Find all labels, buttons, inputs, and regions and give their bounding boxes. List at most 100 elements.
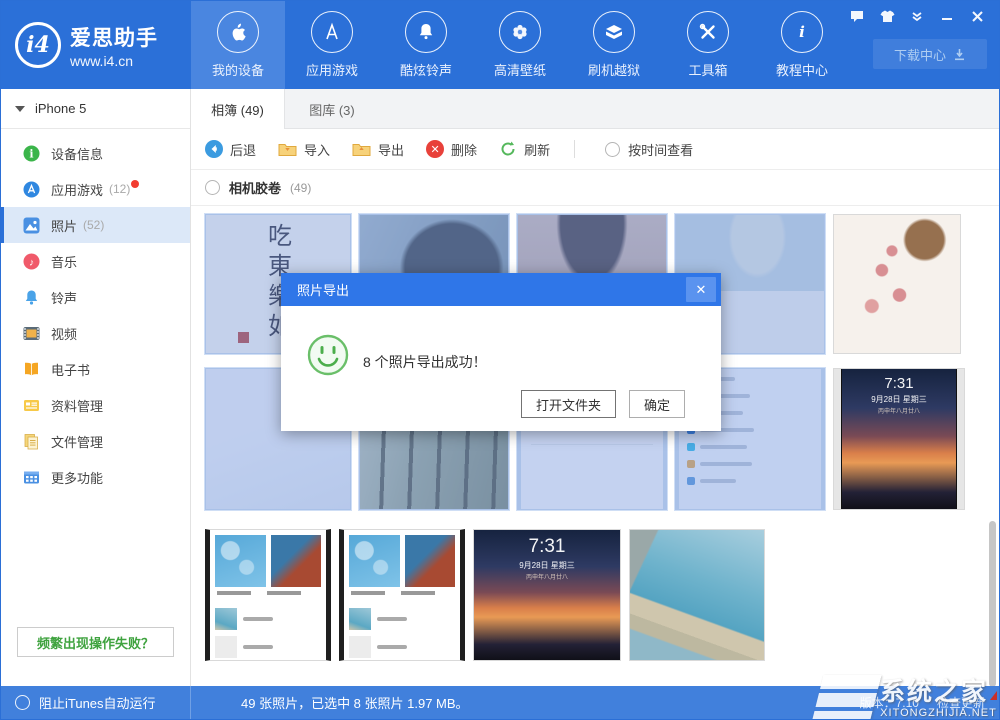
feedback-icon[interactable] <box>849 9 865 23</box>
apps-icon <box>23 181 40 198</box>
nav-label: 工具箱 <box>688 60 727 79</box>
sidebar-item-ringtones[interactable]: 铃声 <box>1 279 190 315</box>
nav-flash-jailbreak[interactable]: 刷机越狱 <box>567 1 661 89</box>
svg-text:i: i <box>29 147 33 160</box>
sidebar-item-label: 铃声 <box>51 288 77 307</box>
photo-thumbnail-beach[interactable] <box>629 529 765 661</box>
back-button[interactable]: 后退 <box>205 140 256 159</box>
app-url: www.i4.cn <box>70 53 158 69</box>
info-icon: i <box>781 11 823 53</box>
bell-icon <box>405 11 447 53</box>
export-label: 导出 <box>378 140 404 159</box>
sidebar-item-apps[interactable]: 应用游戏 (12) <box>1 171 190 207</box>
sidebar-item-music[interactable]: ♪ 音乐 <box>1 243 190 279</box>
import-label: 导入 <box>304 140 330 159</box>
nav-label: 教程中心 <box>776 60 828 79</box>
appstore-icon <box>311 11 353 53</box>
photo-toolbar: 后退 导入 导出 ✕ 删除 <box>191 129 999 169</box>
radio-circle-icon <box>605 142 620 157</box>
dialog-body: 8 个照片导出成功！ 打开文件夹 确定 <box>281 306 721 431</box>
svg-text:i: i <box>799 23 805 41</box>
scrollbar-thumb[interactable] <box>989 521 996 687</box>
back-arrow-icon <box>205 140 223 158</box>
album-radio-icon <box>205 180 220 195</box>
window-controls <box>849 9 985 23</box>
wallpaper-flower-icon <box>499 11 541 53</box>
ringtone-bell-icon <box>23 289 40 306</box>
delete-label: 删除 <box>451 140 477 159</box>
close-icon[interactable] <box>969 9 985 23</box>
notification-dot <box>131 180 139 188</box>
photo-thumbnail-wallpaper-set[interactable] <box>339 529 465 661</box>
i4-logo-icon: i4 <box>15 22 61 68</box>
itunes-toggle[interactable]: 阻止iTunes自动运行 <box>1 686 191 719</box>
version-label: 版本：7.10 <box>860 694 919 711</box>
sidebar-item-ebooks[interactable]: 电子书 <box>1 351 190 387</box>
sidebar-item-videos[interactable]: 视频 <box>1 315 190 351</box>
itunes-toggle-label: 阻止iTunes自动运行 <box>39 693 156 712</box>
import-folder-icon <box>278 141 297 157</box>
operation-failure-help-button[interactable]: 频繁出现操作失败？ <box>17 627 174 657</box>
nav-tutorials[interactable]: i 教程中心 <box>755 1 849 89</box>
sidebar-item-data-management[interactable]: 资料管理 <box>1 387 190 423</box>
dialog-title-bar[interactable]: 照片导出 ✕ <box>281 273 721 306</box>
minimize-icon[interactable] <box>939 9 955 23</box>
sidebar-item-count: (12) <box>109 182 130 196</box>
photo-thumbnail-lockscreen[interactable]: 7:319月28日 星期三丙申年八月廿八 <box>473 529 621 661</box>
photos-icon <box>23 217 40 234</box>
sidebar: iPhone 5 i 设备信息 应用游戏 (12) <box>1 89 191 687</box>
camera-roll-row[interactable]: 相机胶卷 (49) <box>191 169 999 206</box>
refresh-label: 刷新 <box>524 140 550 159</box>
status-bar: 阻止iTunes自动运行 49 张照片，已选中 8 张照片 1.97 MB。 版… <box>1 686 999 719</box>
photo-thumbnail-illustration[interactable] <box>833 214 961 354</box>
check-update-link[interactable]: 检查更新 <box>937 694 985 711</box>
import-button[interactable]: 导入 <box>278 140 330 159</box>
refresh-button[interactable]: 刷新 <box>499 140 550 159</box>
delete-button[interactable]: ✕ 删除 <box>426 140 477 159</box>
dialog-close-icon[interactable]: ✕ <box>686 277 716 302</box>
nav-wallpapers[interactable]: 高清壁纸 <box>473 1 567 89</box>
nav-label: 应用游戏 <box>306 60 358 79</box>
open-folder-button[interactable]: 打开文件夹 <box>521 390 616 418</box>
photo-thumbnail-lock-framed[interactable]: 7:319月28日 星期三丙申年八月廿八 <box>833 368 965 510</box>
view-by-time-label: 按时间查看 <box>628 140 693 159</box>
sidebar-item-label: 电子书 <box>51 360 90 379</box>
ok-button[interactable]: 确定 <box>629 390 685 418</box>
files-icon <box>23 433 40 450</box>
tab-gallery[interactable]: 图库 (3) <box>285 89 379 129</box>
sidebar-item-count: (52) <box>83 218 104 232</box>
top-header: i4 爱思助手 www.i4.cn 我的设备 应用游戏 <box>1 1 999 89</box>
nav-label: 我的设备 <box>212 60 264 79</box>
download-center-button[interactable]: 下载中心 <box>873 39 987 69</box>
view-by-time-radio[interactable]: 按时间查看 <box>605 140 693 159</box>
data-card-icon <box>23 397 40 414</box>
nav-label: 刷机越狱 <box>588 60 640 79</box>
download-center-label: 下载中心 <box>894 45 946 64</box>
device-selector[interactable]: iPhone 5 <box>1 89 190 129</box>
export-button[interactable]: 导出 <box>352 140 404 159</box>
sidebar-menu: i 设备信息 应用游戏 (12) 照片 <box>1 135 190 495</box>
album-name: 相机胶卷 <box>229 178 281 197</box>
refresh-icon <box>499 140 517 158</box>
nav-my-device[interactable]: 我的设备 <box>191 1 285 89</box>
sidebar-item-more-features[interactable]: 更多功能 <box>1 459 190 495</box>
photo-thumbnail-wallpaper-set[interactable] <box>205 529 331 661</box>
nav-ringtones[interactable]: 酷炫铃声 <box>379 1 473 89</box>
nav-toolbox[interactable]: 工具箱 <box>661 1 755 89</box>
grid-icon <box>23 469 40 486</box>
device-name: iPhone 5 <box>35 101 86 116</box>
tab-albums[interactable]: 相簿 (49) <box>191 89 285 129</box>
chevron-down-icon <box>15 106 25 112</box>
sidebar-item-file-management[interactable]: 文件管理 <box>1 423 190 459</box>
export-folder-icon <box>352 141 371 157</box>
sidebar-item-photos[interactable]: 照片 (52) <box>1 207 190 243</box>
nav-app-games[interactable]: 应用游戏 <box>285 1 379 89</box>
skin-theme-icon[interactable] <box>879 9 895 23</box>
sidebar-item-device-info[interactable]: i 设备信息 <box>1 135 190 171</box>
menu-chevron-icon[interactable] <box>909 9 925 23</box>
video-icon <box>23 325 40 342</box>
app-title: 爱思助手 <box>70 22 158 52</box>
photo-row: 7:319月28日 星期三丙申年八月廿八 <box>191 529 999 661</box>
back-label: 后退 <box>230 140 256 159</box>
svg-text:♪: ♪ <box>29 257 34 268</box>
